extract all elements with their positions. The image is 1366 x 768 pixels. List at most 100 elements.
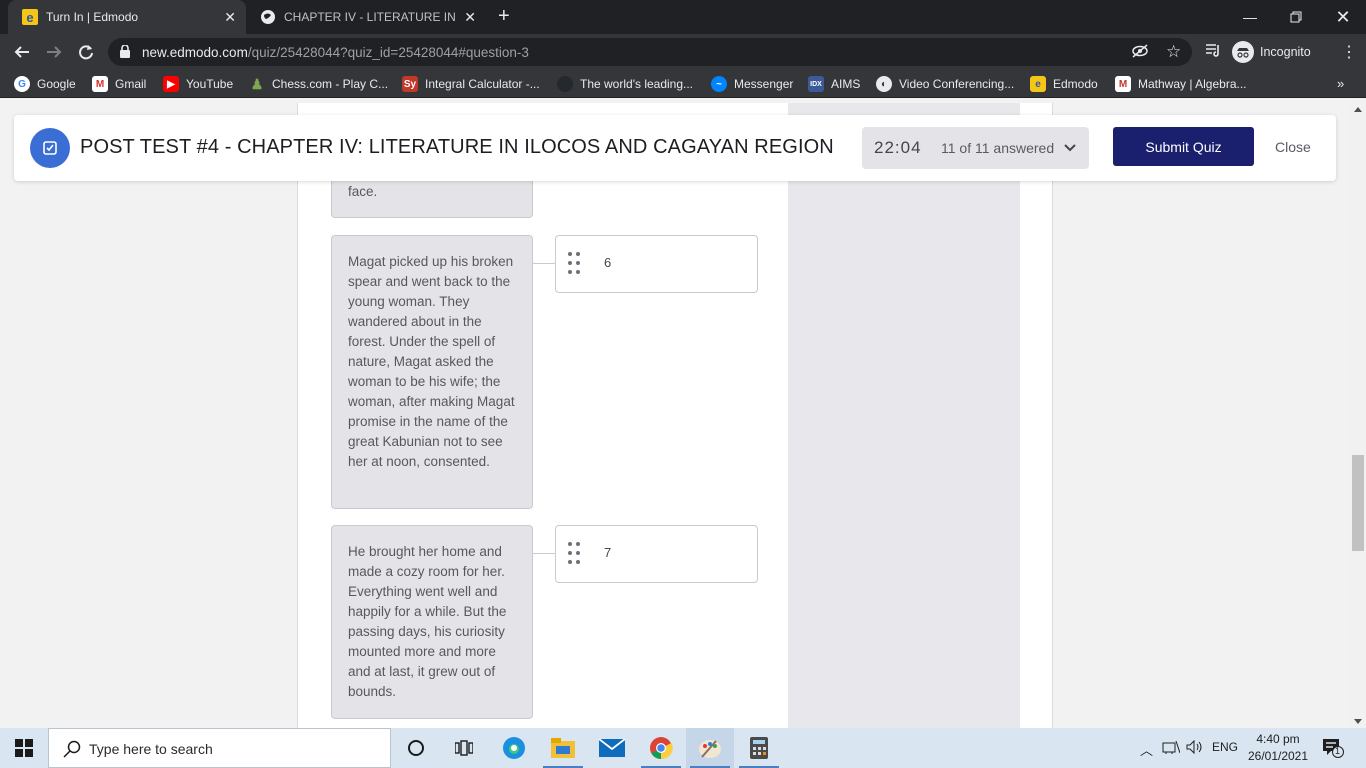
svg-text:e: e <box>26 10 33 25</box>
new-tab-icon[interactable]: + <box>498 6 510 26</box>
drag-handle-icon[interactable] <box>568 542 582 564</box>
calculator-icon[interactable] <box>735 728 783 768</box>
bookmark-github[interactable]: The world's leading... <box>557 76 693 92</box>
page-scrollbar[interactable] <box>1350 103 1366 728</box>
back-icon[interactable] <box>10 40 34 64</box>
sy-icon: Sy <box>402 76 418 92</box>
search-placeholder: Type here to search <box>89 741 213 757</box>
close-tab-icon[interactable]: ✕ <box>224 9 236 26</box>
edge-icon[interactable] <box>490 728 538 768</box>
timer-text: 22:04 <box>874 138 922 157</box>
file-explorer-icon[interactable] <box>539 728 587 768</box>
match-item-card: He brought her home and made a cozy room… <box>331 525 533 719</box>
submit-quiz-button[interactable]: Submit Quiz <box>1113 127 1254 166</box>
bookmark-gmail[interactable]: M Gmail <box>92 76 146 92</box>
search-icon <box>63 740 81 763</box>
task-view-icon[interactable] <box>440 728 488 768</box>
drag-handle-icon[interactable] <box>568 252 582 274</box>
browser-toolbar: new.edmodo.com/quiz/25428044?quiz_id=254… <box>0 34 1366 70</box>
bookmark-chess[interactable]: ♟ Chess.com - Play C... <box>249 76 388 92</box>
reading-list-icon[interactable] <box>1205 43 1221 61</box>
chrome-icon[interactable] <box>637 728 685 768</box>
gmail-icon: M <box>92 76 108 92</box>
tab-strip: e Turn In | Edmodo ✕ CHAPTER IV - LITERA… <box>0 0 1366 34</box>
bookmark-star-icon[interactable]: ☆ <box>1166 42 1181 62</box>
answer-drop-slot[interactable]: 6 <box>555 235 758 293</box>
tab-edmodo[interactable]: e Turn In | Edmodo ✕ <box>8 0 246 34</box>
match-connector <box>533 553 555 554</box>
globe-icon: ◐ <box>876 76 892 92</box>
tray-chevron-up-icon[interactable]: ︿ <box>1140 740 1153 759</box>
mathway-icon: M <box>1115 76 1131 92</box>
close-tab-icon[interactable]: ✕ <box>464 9 476 26</box>
quiz-icon <box>30 128 70 168</box>
volume-icon[interactable] <box>1186 739 1204 757</box>
reload-icon[interactable] <box>74 40 98 64</box>
forward-icon[interactable] <box>42 40 66 64</box>
scrollbar-thumb[interactable] <box>1352 455 1364 551</box>
globe-icon <box>260 9 276 25</box>
bookmark-mathway[interactable]: M Mathway | Algebra... <box>1115 76 1247 92</box>
incognito-label: Incognito <box>1260 45 1311 59</box>
clock-time: 4:40 pm <box>1256 732 1300 746</box>
restore-icon[interactable] <box>1273 0 1319 34</box>
bookmark-messenger[interactable]: ~ Messenger <box>711 76 793 92</box>
page-title: POST TEST #4 - CHAPTER IV: LITERATURE IN… <box>80 136 834 158</box>
mail-icon[interactable] <box>588 728 636 768</box>
cortana-icon[interactable] <box>392 728 440 768</box>
bookmark-google[interactable]: G Google <box>14 76 76 92</box>
match-item-text: He brought her home and made a cozy room… <box>348 544 507 699</box>
system-clock[interactable]: 4:40 pm 26/01/2021 <box>1236 731 1320 765</box>
quiz-side-column <box>788 103 1020 728</box>
lock-icon[interactable] <box>120 44 130 63</box>
messenger-icon: ~ <box>711 76 727 92</box>
url-text: new.edmodo.com/quiz/25428044?quiz_id=254… <box>142 45 529 60</box>
tab-title: CHAPTER IV - LITERATURE IN ILO <box>284 10 456 24</box>
quiz-panel: face. Magat picked up his broken spear a… <box>297 103 1053 728</box>
youtube-icon: ▶ <box>163 76 179 92</box>
scroll-up-icon[interactable] <box>1354 107 1362 112</box>
minimize-icon[interactable]: — <box>1227 0 1273 34</box>
close-window-icon[interactable]: ✕ <box>1320 0 1366 34</box>
network-icon[interactable] <box>1162 740 1181 757</box>
incognito-profile[interactable]: Incognito <box>1232 41 1311 63</box>
bookmarks-bar: G Google M Gmail ▶ YouTube ♟ Chess.com -… <box>0 70 1366 98</box>
notification-count: 1 <box>1335 746 1341 756</box>
windows-taskbar: Type here to search ︿ ENG 4:40 pm 26/01/… <box>0 728 1366 768</box>
chess-icon: ♟ <box>250 75 264 92</box>
paint-icon[interactable] <box>686 728 734 768</box>
close-button[interactable]: Close <box>1275 139 1311 155</box>
address-bar[interactable]: new.edmodo.com/quiz/25428044?quiz_id=254… <box>108 38 1192 66</box>
bookmark-video-conferencing[interactable]: ◐ Video Conferencing... <box>876 76 1014 92</box>
taskbar-search-input[interactable]: Type here to search <box>48 728 391 768</box>
google-icon: G <box>14 76 30 92</box>
more-bookmarks-icon[interactable]: » <box>1337 76 1344 91</box>
answer-value: 6 <box>604 255 612 270</box>
match-item-card: Magat picked up his broken spear and wen… <box>331 235 533 509</box>
bookmark-aims[interactable]: IDX AIMS <box>808 76 860 92</box>
bookmark-youtube[interactable]: ▶ YouTube <box>163 76 233 92</box>
match-connector <box>533 263 555 264</box>
bookmark-integral-calculator[interactable]: Sy Integral Calculator -... <box>402 76 540 92</box>
quiz-page: face. Magat picked up his broken spear a… <box>0 103 1350 728</box>
quiz-progress-dropdown[interactable]: 22:04 11 of 11 answered <box>862 127 1089 169</box>
menu-kebab-icon[interactable]: ⋮ <box>1341 42 1357 62</box>
tab-chapter-iv[interactable]: CHAPTER IV - LITERATURE IN ILO ✕ <box>246 0 486 34</box>
bookmark-edmodo[interactable]: e Edmodo <box>1030 76 1098 92</box>
answered-count: 11 of 11 answered <box>941 140 1055 156</box>
incognito-icon <box>1232 41 1254 63</box>
tracking-off-icon[interactable] <box>1132 44 1148 62</box>
match-item-text: face. <box>348 184 378 199</box>
edmodo-icon: e <box>1030 76 1046 92</box>
answer-value: 7 <box>604 545 612 560</box>
windows-start-icon[interactable] <box>0 728 48 768</box>
answer-drop-slot[interactable]: 7 <box>555 525 758 583</box>
language-indicator[interactable]: ENG <box>1212 740 1238 754</box>
action-center-icon[interactable]: 1 <box>1322 738 1344 758</box>
match-item-text: Magat picked up his broken spear and wen… <box>348 254 515 469</box>
tab-title: Turn In | Edmodo <box>46 10 139 24</box>
github-icon <box>557 76 573 92</box>
clock-date: 26/01/2021 <box>1247 749 1309 763</box>
scroll-down-icon[interactable] <box>1354 719 1362 724</box>
quiz-header: POST TEST #4 - CHAPTER IV: LITERATURE IN… <box>14 115 1336 181</box>
